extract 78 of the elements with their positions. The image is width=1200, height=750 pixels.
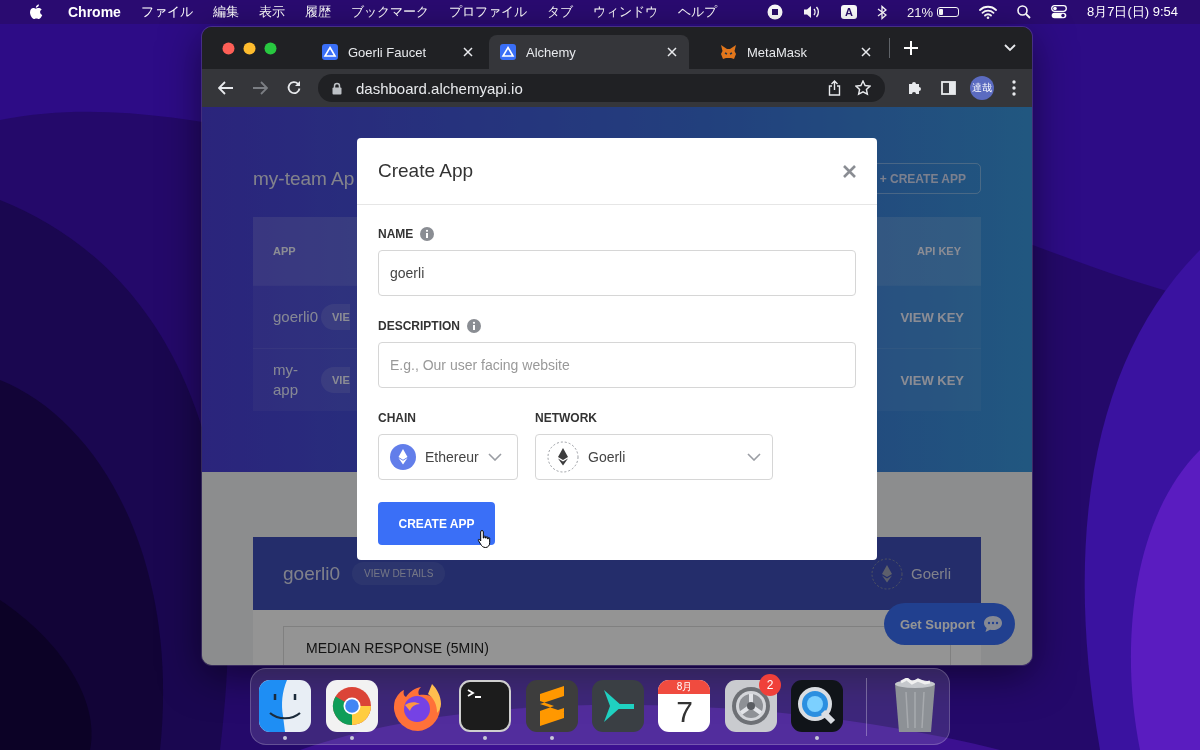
- s-logo-icon[interactable]: [525, 679, 578, 732]
- chat-bubble-icon: [983, 615, 1004, 633]
- field-label: DESCRIPTION: [378, 319, 460, 333]
- chevron-down-icon: [747, 453, 761, 461]
- fox-icon: [720, 44, 737, 60]
- side-panel-icon[interactable]: [941, 81, 956, 95]
- record-icon[interactable]: [766, 4, 783, 20]
- terminal-icon[interactable]: [459, 679, 512, 732]
- dialog-title: Create App: [378, 160, 474, 182]
- lock-icon: [332, 81, 342, 95]
- input-field[interactable]: E.g., Our user facing website: [378, 342, 856, 388]
- ethereum-icon: [547, 441, 579, 473]
- menu-item[interactable]: プロファイル: [448, 3, 527, 21]
- zoom-window-icon[interactable]: [264, 41, 277, 55]
- menu-item[interactable]: ヘルプ: [677, 3, 717, 21]
- clock[interactable]: 8月7日(日) 9:54: [1086, 3, 1178, 21]
- star-icon[interactable]: [855, 80, 871, 96]
- column-header: API KEY: [917, 245, 961, 257]
- network-dropdown[interactable]: Goerli: [535, 434, 773, 480]
- network-label: Goerli: [911, 565, 951, 582]
- menu-item[interactable]: ブックマーク: [350, 3, 429, 21]
- share-icon[interactable]: [828, 80, 841, 96]
- magnifier-q-icon[interactable]: [791, 679, 844, 732]
- field-label: NAME: [378, 227, 414, 241]
- info-icon[interactable]: [467, 319, 481, 333]
- menu-item[interactable]: 編集: [212, 3, 239, 21]
- forward-icon[interactable]: [252, 81, 268, 95]
- close-tab-icon[interactable]: [463, 47, 473, 57]
- minimize-window-icon[interactable]: [243, 41, 256, 55]
- close-tab-icon[interactable]: [861, 47, 871, 57]
- calendar-icon[interactable]: 8月 7: [658, 679, 711, 732]
- address-bar[interactable]: dashboard.alchemyapi.io: [318, 74, 885, 102]
- volume-icon[interactable]: [802, 5, 821, 19]
- apple-icon[interactable]: [30, 4, 44, 20]
- menu-item[interactable]: ファイル: [140, 3, 193, 21]
- metric-label: MEDIAN RESPONSE (5MIN): [306, 640, 489, 656]
- chevron-down-icon[interactable]: [1004, 44, 1016, 52]
- back-icon[interactable]: [218, 81, 234, 95]
- reload-icon[interactable]: [286, 80, 302, 96]
- triangle-logo-icon: [322, 44, 338, 60]
- more-menu-icon[interactable]: [1012, 80, 1016, 96]
- battery-percentage: 21%: [906, 4, 933, 20]
- create-app-button[interactable]: CREATE APP: [378, 502, 495, 545]
- puzzle-piece-icon[interactable]: [907, 80, 923, 96]
- field-label: CHAIN: [378, 411, 416, 425]
- app-menu[interactable]: Chrome: [68, 4, 121, 20]
- triangle-logo-icon: [500, 44, 516, 60]
- ethereum-icon: [871, 557, 903, 590]
- browser-tab[interactable]: MetaMask: [703, 35, 883, 69]
- profile-avatar[interactable]: 達哉: [970, 76, 994, 100]
- search-icon[interactable]: [1016, 5, 1031, 19]
- menu-item[interactable]: ウィンドウ: [592, 3, 658, 21]
- chrome-logo-icon[interactable]: [325, 679, 378, 732]
- hand-pointer-icon: [477, 529, 493, 549]
- browser-tab[interactable]: Alchemy: [489, 35, 689, 69]
- browser-tab[interactable]: Goerli Faucet: [305, 35, 485, 69]
- column-header: APP: [273, 245, 296, 257]
- ethereum-icon: [390, 444, 416, 470]
- menu-item[interactable]: 表示: [258, 3, 285, 21]
- battery-icon[interactable]: [936, 7, 959, 17]
- field-label: NETWORK: [535, 411, 597, 425]
- menu-item[interactable]: 履歴: [304, 3, 331, 21]
- close-tab-icon[interactable]: [667, 47, 677, 57]
- input-field[interactable]: goerli: [378, 250, 856, 296]
- new-tab-icon[interactable]: [904, 41, 918, 55]
- chevron-down-icon: [487, 453, 502, 461]
- control-center-icon[interactable]: [1050, 5, 1067, 19]
- arrow-logo-icon[interactable]: [592, 679, 645, 732]
- menu-item[interactable]: タブ: [546, 3, 573, 21]
- close-icon[interactable]: [843, 164, 856, 178]
- chain-dropdown[interactable]: Ethereur: [378, 434, 518, 480]
- smiling-face-icon[interactable]: [259, 679, 312, 732]
- app-name: goerli0: [283, 562, 341, 585]
- bluetooth-icon[interactable]: [876, 4, 887, 20]
- close-window-icon[interactable]: [222, 41, 235, 55]
- info-icon[interactable]: [420, 227, 435, 241]
- page-title: my-team Ap: [253, 167, 355, 190]
- wifi-icon[interactable]: [978, 5, 997, 19]
